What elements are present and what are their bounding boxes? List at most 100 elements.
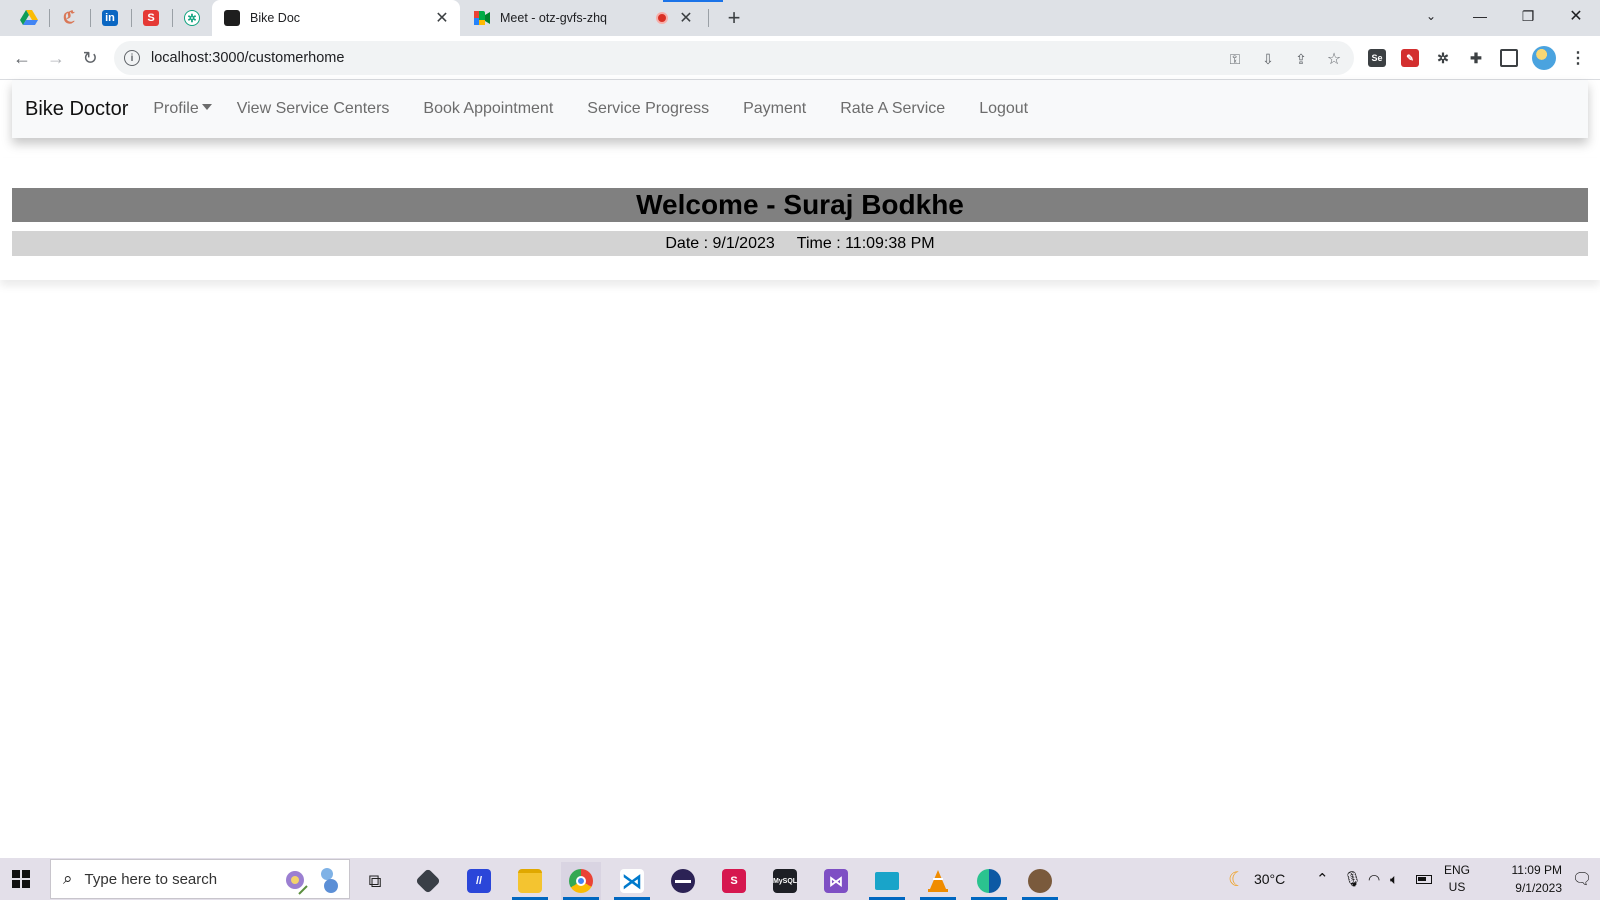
new-tab-button[interactable]: + <box>722 5 746 30</box>
minimize-button[interactable]: — <box>1457 0 1503 32</box>
side-panel-icon[interactable] <box>1500 49 1518 67</box>
pinned-tab-google-drive[interactable] <box>11 5 47 31</box>
share-icon[interactable]: ⇪ <box>1292 50 1310 68</box>
tab-meet[interactable]: Meet - otz-gvfs-zhq ✕ <box>464 0 704 36</box>
taskbar-app-remote-desktop[interactable] <box>867 862 907 900</box>
language-code: ENG <box>1444 863 1471 877</box>
taskbar-app-unity[interactable] <box>408 862 448 900</box>
taskbar-search-box[interactable]: ⌕ Type here to search <box>50 859 350 899</box>
notification-center-button[interactable]: 🗨︎ <box>1572 858 1592 900</box>
language-indicator[interactable]: ENG US <box>1444 858 1470 900</box>
task-view-button[interactable]: ⧉ <box>355 862 395 900</box>
profile-avatar[interactable] <box>1532 46 1556 70</box>
eclipse-stripe-icon <box>675 879 691 883</box>
battery-indicator[interactable] <box>1416 858 1432 900</box>
chatgpt-icon: ✲ <box>184 10 200 26</box>
taskbar-app-visual-studio[interactable]: ⋈ <box>816 862 856 900</box>
pdf-extension-icon[interactable]: ✎ <box>1401 49 1419 67</box>
site-info-icon[interactable]: i <box>124 50 140 66</box>
clock-time: 11:09 PM <box>1511 863 1562 877</box>
bike-doc-favicon <box>224 10 240 26</box>
nav-view-service-centers[interactable]: View Service Centers <box>237 100 390 118</box>
tab-bike-doc[interactable]: Bike Doc ✕ <box>212 0 460 36</box>
battery-level <box>1418 876 1426 881</box>
restore-button[interactable]: ❐ <box>1505 0 1551 32</box>
claude-icon: ℭ <box>63 8 75 28</box>
browser-tab-strip: ℭ in S ✲ Bike Doc ✕ Meet - otz-gvfs-zhq … <box>0 0 1600 36</box>
edge-icon <box>977 869 1001 893</box>
wifi-icon: ◠ <box>1368 870 1381 887</box>
nav-payment[interactable]: Payment <box>743 100 806 118</box>
show-hidden-icons[interactable]: ⌃ <box>1316 858 1329 900</box>
tab-title: Bike Doc <box>250 11 301 25</box>
nav-service-progress[interactable]: Service Progress <box>587 100 709 118</box>
date-time-bar: Date : 9/1/2023 Time : 11:09:38 PM <box>12 231 1588 256</box>
pinned-tab-s-app[interactable]: S <box>133 5 169 31</box>
volume-indicator[interactable]: 🔈︎ <box>1390 858 1398 900</box>
taskbar-app-eclipse[interactable] <box>663 862 703 900</box>
google-drive-icon <box>20 10 38 25</box>
brand-logo[interactable]: Bike Doctor <box>25 98 128 121</box>
recording-icon <box>656 12 668 24</box>
forward-button[interactable]: → <box>42 44 70 72</box>
system-clock[interactable]: 11:09 PM 9/1/2023 <box>1480 858 1562 900</box>
folder-icon <box>518 869 542 893</box>
reload-button[interactable]: ↻ <box>76 44 104 72</box>
weather-widget[interactable]: ☾ 30°C <box>1228 858 1285 900</box>
search-placeholder: Type here to search <box>84 870 218 888</box>
search-icon: ⌕ <box>63 869 73 888</box>
taskbar-app-edge[interactable] <box>969 862 1009 900</box>
bookmark-star-icon[interactable]: ☆ <box>1325 50 1343 68</box>
windows-start-button[interactable] <box>12 870 30 888</box>
close-icon: ✕ <box>1569 8 1583 25</box>
taskbar-app-mysql-shell[interactable]: MySQL <box>765 862 805 900</box>
pinned-tab-claude[interactable]: ℭ <box>51 5 87 31</box>
tab-search-button[interactable]: ⌄ <box>1408 0 1454 32</box>
taskbar-app-mongodb-compass[interactable]: // <box>459 862 499 900</box>
nav-profile-dropdown[interactable]: Profile <box>153 100 212 118</box>
network-indicator[interactable]: ◠ <box>1368 858 1380 900</box>
puzzle-icon[interactable]: ✚ <box>1467 49 1485 67</box>
selenium-extension-icon[interactable]: Se <box>1368 49 1386 67</box>
chrome-center-icon <box>576 876 586 886</box>
unity-icon <box>415 868 441 894</box>
current-time: Time : 11:09:38 PM <box>796 234 935 252</box>
moon-icon: ☾ <box>1228 868 1246 891</box>
taskbar-app-postman[interactable]: S <box>714 862 754 900</box>
reload-icon: ↻ <box>82 47 98 68</box>
taskbar-app-file-explorer[interactable] <box>510 862 550 900</box>
taskbar-app-vscode[interactable]: ⋊ <box>612 862 652 900</box>
close-icon[interactable]: ✕ <box>432 8 452 28</box>
region-code: US <box>1448 880 1466 894</box>
close-icon[interactable]: ✕ <box>676 8 696 28</box>
nav-link-label: Profile <box>153 100 199 117</box>
window-close-button[interactable]: ✕ <box>1553 0 1599 32</box>
openai-extension-icon[interactable]: ✲ <box>1434 49 1452 67</box>
microphone-indicator[interactable]: 🎙︎ <box>1343 858 1362 900</box>
clock-date: 9/1/2023 <box>1515 881 1562 895</box>
game-icon <box>1028 869 1052 893</box>
windows-logo-icon <box>22 870 30 878</box>
nav-logout[interactable]: Logout <box>979 100 1028 118</box>
arrow-left-icon: ← <box>13 47 31 68</box>
address-bar[interactable]: i localhost:3000/customerhome ⚿ ⇩ ⇪ ☆ <box>114 41 1354 75</box>
taskbar-app-game[interactable] <box>1020 862 1060 900</box>
pinned-tab-chatgpt[interactable]: ✲ <box>174 5 210 31</box>
tab-separator <box>131 9 132 27</box>
minimize-icon: — <box>1473 8 1487 24</box>
taskbar-app-chrome[interactable] <box>561 862 601 900</box>
url-text[interactable]: localhost:3000/customerhome <box>151 50 344 66</box>
nav-book-appointment[interactable]: Book Appointment <box>423 100 553 118</box>
chevron-down-icon: ⌄ <box>1425 9 1437 23</box>
nav-rate-a-service[interactable]: Rate A Service <box>840 100 945 118</box>
pinned-tab-linkedin[interactable]: in <box>92 5 128 31</box>
key-icon[interactable]: ⚿ <box>1226 50 1244 68</box>
flower-search-highlight-icon <box>286 868 338 895</box>
tab-separator <box>708 9 709 27</box>
install-icon[interactable]: ⇩ <box>1259 50 1277 68</box>
tab-title: Meet - otz-gvfs-zhq <box>500 11 607 25</box>
google-meet-icon <box>474 11 490 25</box>
taskbar-app-vlc[interactable] <box>918 862 958 900</box>
back-button[interactable]: ← <box>8 44 36 72</box>
menu-icon[interactable]: ⋮ <box>1569 49 1587 67</box>
